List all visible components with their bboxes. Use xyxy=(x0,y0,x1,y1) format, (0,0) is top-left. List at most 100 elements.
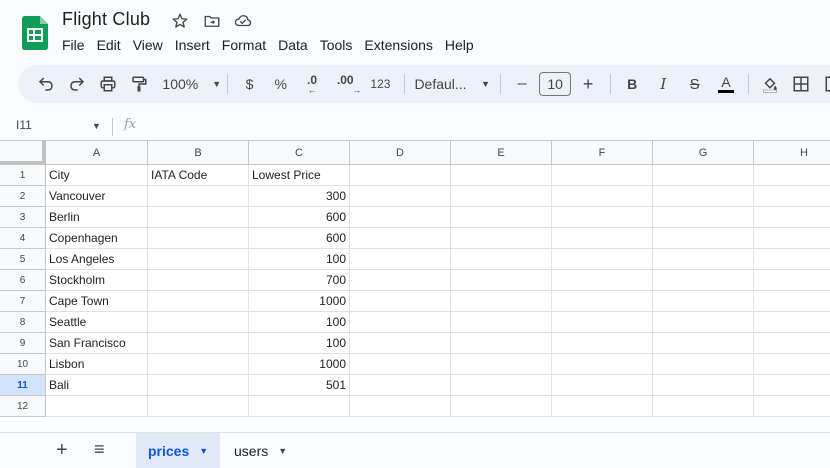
merge-cells-icon[interactable] xyxy=(819,70,830,98)
cell-e3[interactable] xyxy=(451,207,552,228)
cell-d1[interactable] xyxy=(350,165,451,186)
menu-extensions[interactable]: Extensions xyxy=(358,35,438,55)
decrease-font-size-button[interactable]: – xyxy=(508,70,536,98)
fill-color-icon[interactable] xyxy=(756,70,784,98)
row-header-11[interactable]: 11 xyxy=(0,375,46,396)
cell-h5[interactable] xyxy=(754,249,830,270)
increase-font-size-button[interactable]: + xyxy=(574,70,602,98)
cell-e12[interactable] xyxy=(451,396,552,417)
font-family-select[interactable]: Defaul... ▼ xyxy=(412,70,492,98)
cell-a7[interactable]: Cape Town xyxy=(46,291,148,312)
cell-e11[interactable] xyxy=(451,375,552,396)
cell-g9[interactable] xyxy=(653,333,754,354)
cell-g3[interactable] xyxy=(653,207,754,228)
cell-f10[interactable] xyxy=(552,354,653,375)
font-size-field[interactable]: 10 xyxy=(539,70,572,98)
redo-icon[interactable] xyxy=(63,70,91,98)
row-header-3[interactable]: 3 xyxy=(0,207,46,228)
cell-g6[interactable] xyxy=(653,270,754,291)
cell-a12[interactable] xyxy=(46,396,148,417)
cell-e8[interactable] xyxy=(451,312,552,333)
cell-d11[interactable] xyxy=(350,375,451,396)
cell-a5[interactable]: Los Angeles xyxy=(46,249,148,270)
cell-a1[interactable]: City xyxy=(46,165,148,186)
cell-h8[interactable] xyxy=(754,312,830,333)
undo-icon[interactable] xyxy=(32,70,60,98)
percent-format-button[interactable]: % xyxy=(266,70,294,98)
paint-format-icon[interactable] xyxy=(125,70,153,98)
cell-f3[interactable] xyxy=(552,207,653,228)
cell-g1[interactable] xyxy=(653,165,754,186)
cell-b4[interactable] xyxy=(148,228,249,249)
cell-b6[interactable] xyxy=(148,270,249,291)
strikethrough-button[interactable]: S xyxy=(680,70,708,98)
name-box[interactable]: I11 xyxy=(16,118,32,132)
cell-b3[interactable] xyxy=(148,207,249,228)
menu-insert[interactable]: Insert xyxy=(169,35,216,55)
cell-h7[interactable] xyxy=(754,291,830,312)
cell-h10[interactable] xyxy=(754,354,830,375)
cell-g11[interactable] xyxy=(653,375,754,396)
select-all-corner[interactable] xyxy=(0,141,46,165)
cell-g10[interactable] xyxy=(653,354,754,375)
row-header-12[interactable]: 12 xyxy=(0,396,46,417)
row-header-10[interactable]: 10 xyxy=(0,354,46,375)
cell-e4[interactable] xyxy=(451,228,552,249)
cell-c12[interactable] xyxy=(249,396,350,417)
cell-h6[interactable] xyxy=(754,270,830,291)
cell-e7[interactable] xyxy=(451,291,552,312)
cell-b11[interactable] xyxy=(148,375,249,396)
all-sheets-button[interactable]: ≡ xyxy=(94,439,105,460)
move-folder-icon[interactable] xyxy=(202,11,222,31)
cell-b9[interactable] xyxy=(148,333,249,354)
cell-e1[interactable] xyxy=(451,165,552,186)
cell-c2[interactable]: 300 xyxy=(249,186,350,207)
cell-b7[interactable] xyxy=(148,291,249,312)
menu-format[interactable]: Format xyxy=(216,35,272,55)
cell-b12[interactable] xyxy=(148,396,249,417)
cell-c6[interactable]: 700 xyxy=(249,270,350,291)
cell-d12[interactable] xyxy=(350,396,451,417)
cell-f5[interactable] xyxy=(552,249,653,270)
cell-c11[interactable]: 501 xyxy=(249,375,350,396)
cell-a6[interactable]: Stockholm xyxy=(46,270,148,291)
menu-file[interactable]: File xyxy=(56,35,91,55)
currency-format-button[interactable]: $ xyxy=(235,70,263,98)
sheet-tab-users[interactable]: users ▼ xyxy=(222,433,299,468)
cell-f11[interactable] xyxy=(552,375,653,396)
italic-button[interactable]: I xyxy=(649,70,677,98)
menu-tools[interactable]: Tools xyxy=(314,35,359,55)
document-title[interactable]: Flight Club xyxy=(62,9,150,30)
cloud-saved-icon[interactable] xyxy=(233,11,253,31)
cell-d2[interactable] xyxy=(350,186,451,207)
zoom-select[interactable]: 100% ▼ xyxy=(162,70,221,98)
cell-d10[interactable] xyxy=(350,354,451,375)
cell-b8[interactable] xyxy=(148,312,249,333)
cell-d4[interactable] xyxy=(350,228,451,249)
row-header-9[interactable]: 9 xyxy=(0,333,46,354)
cell-g5[interactable] xyxy=(653,249,754,270)
chevron-down-icon[interactable]: ▼ xyxy=(199,446,208,456)
cell-a10[interactable]: Lisbon xyxy=(46,354,148,375)
cell-c5[interactable]: 100 xyxy=(249,249,350,270)
column-header-d[interactable]: D xyxy=(350,141,451,165)
cell-h9[interactable] xyxy=(754,333,830,354)
column-header-a[interactable]: A xyxy=(46,141,148,165)
cell-g7[interactable] xyxy=(653,291,754,312)
column-header-e[interactable]: E xyxy=(451,141,552,165)
cell-h12[interactable] xyxy=(754,396,830,417)
chevron-down-icon[interactable]: ▼ xyxy=(92,121,101,131)
increase-decimal-button[interactable]: .00 → xyxy=(329,70,361,98)
row-header-6[interactable]: 6 xyxy=(0,270,46,291)
cell-h1[interactable] xyxy=(754,165,830,186)
row-header-4[interactable]: 4 xyxy=(0,228,46,249)
sheets-logo-icon[interactable] xyxy=(22,16,48,50)
row-header-7[interactable]: 7 xyxy=(0,291,46,312)
cell-a4[interactable]: Copenhagen xyxy=(46,228,148,249)
cell-f2[interactable] xyxy=(552,186,653,207)
cell-e2[interactable] xyxy=(451,186,552,207)
cell-c4[interactable]: 600 xyxy=(249,228,350,249)
cell-e6[interactable] xyxy=(451,270,552,291)
cell-h4[interactable] xyxy=(754,228,830,249)
chevron-down-icon[interactable]: ▼ xyxy=(278,446,287,456)
